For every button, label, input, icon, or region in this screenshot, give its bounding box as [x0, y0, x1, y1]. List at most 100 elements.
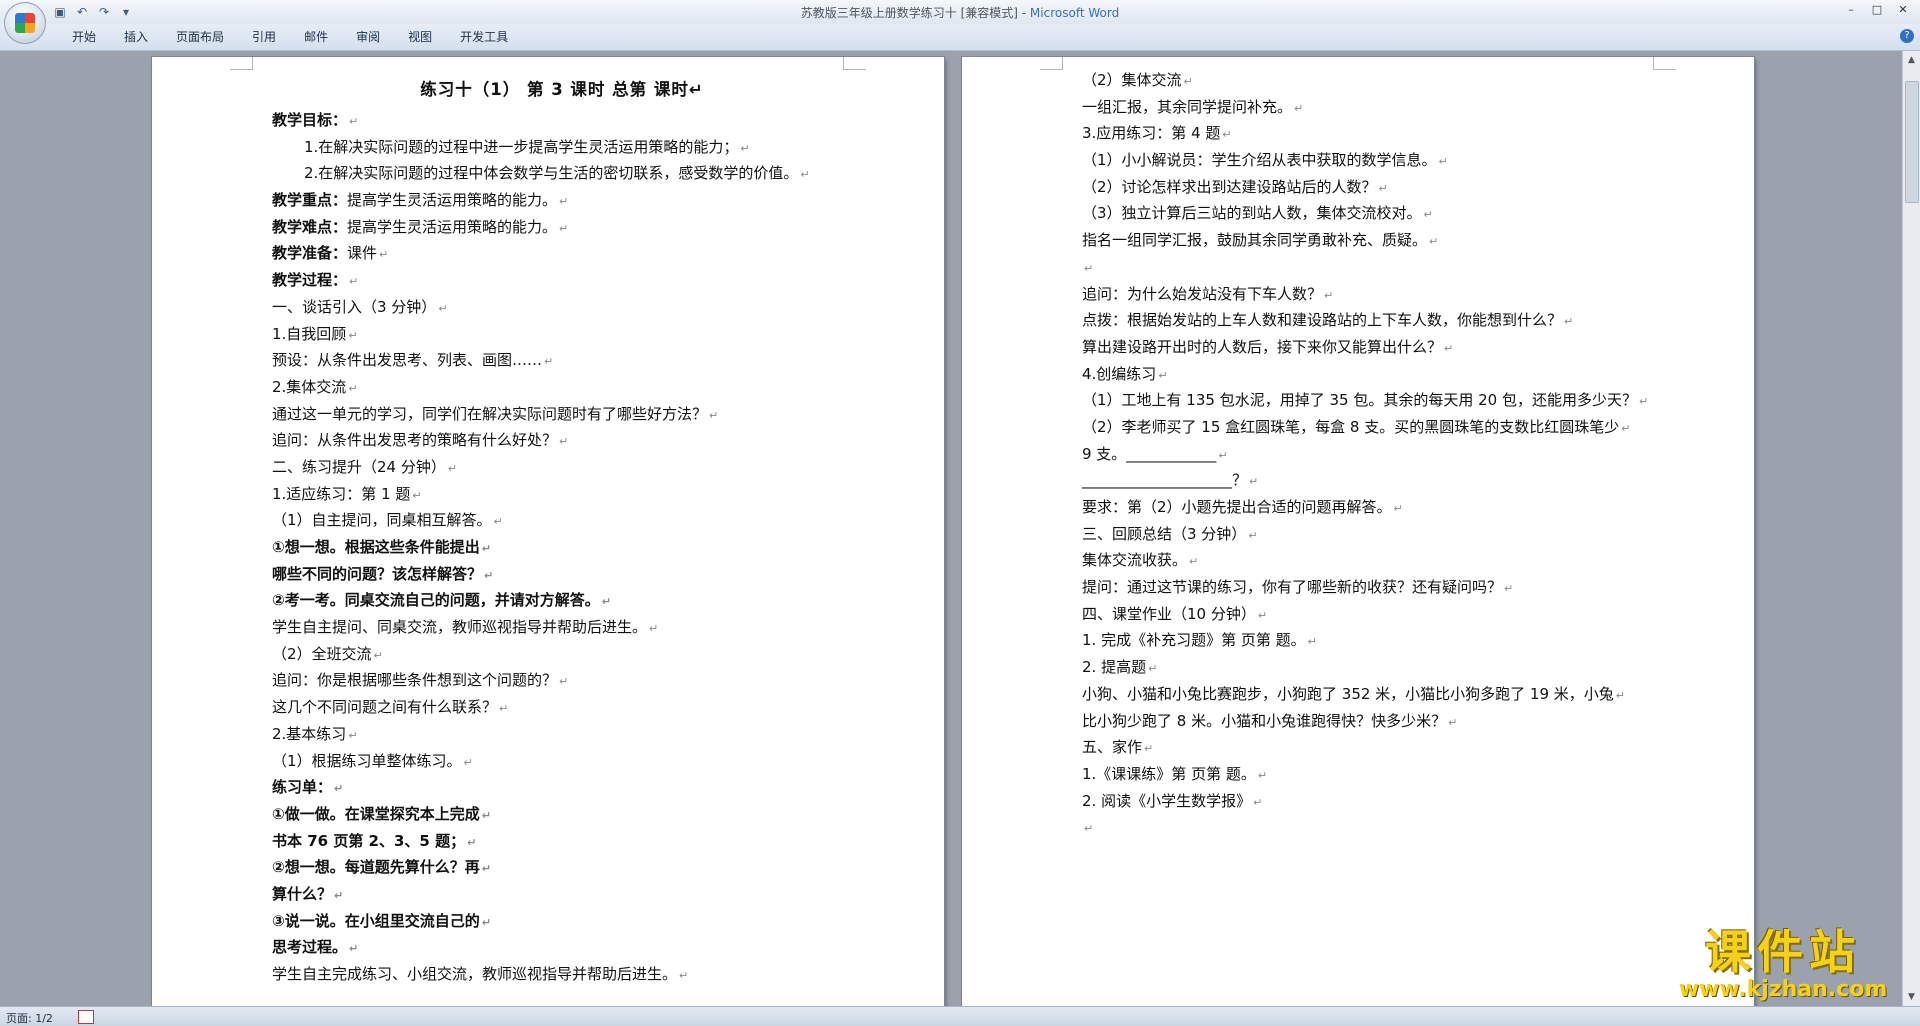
line-text: ①做一做。在课堂探究本上完成	[272, 804, 480, 823]
vertical-scrollbar[interactable]: ▲ ▼	[1902, 51, 1920, 1006]
paragraph-mark: ↵	[1448, 715, 1458, 729]
document-line: 五、家作 ↵	[1082, 734, 1682, 761]
tab-4[interactable]: 邮件	[290, 29, 342, 45]
close-button[interactable]: ✕	[1892, 2, 1914, 18]
title-bar: ▣ ↶ ↷ ▾ 苏教版三年级上册数学练习十 [兼容模式] - Microsoft…	[0, 0, 1920, 44]
proofing-icon[interactable]	[78, 1010, 94, 1024]
tab-1[interactable]: 插入	[110, 29, 162, 45]
line-text: 1.自我回顾	[272, 324, 347, 343]
document-line: 要求：第（2）小题先提出合适的问题再解答。 ↵	[1082, 494, 1682, 521]
paragraph-mark: ↵	[1564, 315, 1574, 329]
paragraph-mark: ↵	[463, 755, 473, 769]
line-text: 四、课堂作业（10 分钟）	[1082, 604, 1256, 623]
page-indicator[interactable]: 页面: 1/2	[6, 1010, 53, 1026]
line-text: 二、练习提升（24 分钟）	[272, 457, 446, 476]
line-text: 点拨：根据始发站的上车人数和建设路站的上下车人数，你能想到什么？	[1082, 311, 1563, 330]
line-text: ②想一想。每道题先算什么？再	[272, 858, 480, 877]
line-text: 比小狗少跑了 8 米。小猫和小兔谁跑得快？快多少米？	[1082, 711, 1447, 730]
document-line: 这几个不同问题之间有什么联系？ ↵	[272, 694, 852, 721]
document-line: 集体交流收获。 ↵	[1082, 547, 1682, 574]
document-line: 三、回顾总结（3 分钟） ↵	[1082, 521, 1682, 548]
office-button[interactable]	[4, 2, 46, 44]
document-line: 4.创编练习 ↵	[1082, 361, 1682, 388]
paragraph-mark: ↵	[348, 328, 358, 342]
paragraph-mark: ↵	[1438, 155, 1448, 169]
line-heading: 教学重点：	[272, 191, 348, 210]
line-text: 提问：通过这节课的练习，你有了哪些新的收获？还有疑问吗？	[1082, 578, 1503, 597]
paragraph-mark: ↵	[649, 622, 659, 636]
document-name: 苏教版三年级上册数学练习十 [兼容模式] -	[800, 6, 1030, 20]
line-text: （2）集体交流	[1082, 71, 1182, 89]
line-text: 追问：为什么始发站没有下车人数？	[1082, 284, 1323, 303]
line-text: 通过这一单元的学习，同学们在解决实际问题时有了哪些好方法？	[272, 404, 708, 423]
document-line: 书本 76 页第 2、3、5 题； ↵	[272, 828, 852, 855]
line-heading: 教学准备：	[272, 244, 348, 263]
line-heading: 教学难点：	[272, 217, 348, 236]
window-title: 苏教版三年级上册数学练习十 [兼容模式] - Microsoft Word	[0, 4, 1920, 21]
scroll-down-icon[interactable]: ▼	[1905, 990, 1918, 1004]
document-line: 二、练习提升（24 分钟） ↵	[272, 454, 852, 481]
help-icon[interactable]: ?	[1900, 29, 1914, 43]
tab-2[interactable]: 页面布局	[162, 29, 238, 45]
paragraph-mark: ↵	[1084, 261, 1094, 275]
scroll-thumb[interactable]	[1905, 81, 1919, 203]
line-text: 思考过程。	[272, 938, 348, 957]
page-2-content[interactable]: （2）集体交流 ↵ 一组汇报，其余同学提问补充。 ↵ 3.应用练习：第 4 题 ↵ （1）小…	[1082, 67, 1682, 841]
document-line: ____________________？ ↵	[1082, 467, 1682, 494]
document-line: 教学目标： ↵	[272, 107, 852, 134]
paragraph-mark: ↵	[1423, 208, 1433, 222]
paragraph-mark: ↵	[349, 942, 359, 956]
paragraph-mark: ↵	[348, 381, 358, 395]
tab-6[interactable]: 视图	[394, 29, 446, 45]
document-line: 2.集体交流 ↵	[272, 374, 852, 401]
line-text: 提高学生灵活运用策略的能力。	[347, 217, 558, 236]
document-line: 比小狗少跑了 8 米。小猫和小兔谁跑得快？快多少米？ ↵	[1082, 708, 1682, 735]
tab-5[interactable]: 审阅	[342, 29, 394, 45]
paragraph-mark: ↵	[559, 435, 569, 449]
line-text: 一组汇报，其余同学提问补充。	[1082, 97, 1293, 116]
paragraph-mark: ↵	[438, 301, 448, 315]
tab-3[interactable]: 引用	[238, 29, 290, 45]
document-line: ③说一说。在小组里交流自己的 ↵	[272, 908, 852, 935]
maximize-button[interactable]: □	[1866, 2, 1888, 18]
paragraph-mark: ↵	[334, 782, 344, 796]
paragraph-mark: ↵	[467, 835, 477, 849]
document-line: （2）李老师买了 15 盒红圆珠笔，每盒 8 支。买的黑圆珠笔的支数比红圆珠笔少…	[1082, 414, 1682, 441]
paragraph-mark: ↵	[688, 80, 704, 99]
paragraph-mark: ↵	[679, 969, 689, 982]
document-line: 预设：从条件出发思考、列表、画图…… ↵	[272, 347, 852, 374]
paragraph-mark: ↵	[373, 648, 383, 662]
line-text: （2）李老师买了 15 盒红圆珠笔，每盒 8 支。买的黑圆珠笔的支数比红圆珠笔少	[1082, 417, 1620, 436]
scroll-up-icon[interactable]: ▲	[1905, 53, 1918, 67]
document-line: 思考过程。 ↵	[272, 934, 852, 961]
margin-corner-mark	[230, 57, 253, 70]
minimize-button[interactable]: –	[1840, 2, 1862, 18]
document-line: 2.在解决实际问题的过程中体会数学与生活的密切联系，感受数学的价值。 ↵	[272, 160, 852, 187]
tab-7[interactable]: 开发工具	[446, 29, 522, 45]
status-bar: 页面: 1/2	[0, 1006, 1920, 1026]
document-line: 教学准备：课件 ↵	[272, 240, 852, 267]
document-line: 算出建设路开出时的人数后，接下来你又能算出什么？ ↵	[1082, 334, 1682, 361]
line-text: 课件	[347, 244, 378, 263]
line-text: ③说一说。在小组里交流自己的	[272, 911, 480, 930]
page-1-lines: 教学目标： ↵ 1.在解决实际问题的过程中进一步提高学生灵活运用策略的能力； ↵ 2.在…	[272, 107, 852, 988]
line-text: ①想一想。根据这些条件能提出	[272, 538, 480, 556]
paragraph-mark: ↵	[544, 355, 554, 369]
document-line: 1.自我回顾 ↵	[272, 321, 852, 348]
document-line: 1.适应练习：第 1 题 ↵	[272, 481, 852, 508]
paragraph-mark: ↵	[349, 115, 359, 128]
line-text: 9 支。____________	[1082, 444, 1217, 463]
line-text: 1.《课课练》第 页第 题。	[1082, 764, 1256, 783]
page-2: （2）集体交流 ↵ 一组汇报，其余同学提问补充。 ↵ 3.应用练习：第 4 题 ↵ （1）小…	[962, 57, 1754, 1006]
paragraph-mark: ↵	[1621, 421, 1631, 435]
document-line: 1. 完成《补充习题》第 页第 题。 ↵	[1082, 627, 1682, 654]
document-line: 学生自主提问、同桌交流，教师巡视指导并帮助后进生。 ↵	[272, 614, 852, 641]
page-1-content[interactable]: 练习十（1） 第 3 课时 总第 课时↵ 教学目标： ↵ 1.在解决实际问题的过程中…	[272, 73, 852, 988]
line-text: 2. 提高题	[1082, 658, 1147, 677]
document-line: 追问：为什么始发站没有下车人数？ ↵	[1082, 281, 1682, 308]
tab-0[interactable]: 开始	[58, 29, 110, 45]
margin-corner-mark	[1040, 57, 1063, 70]
paragraph-mark: ↵	[1257, 768, 1268, 782]
document-line: （2）集体交流 ↵	[1082, 67, 1682, 94]
paragraph-mark: ↵	[1324, 288, 1334, 302]
